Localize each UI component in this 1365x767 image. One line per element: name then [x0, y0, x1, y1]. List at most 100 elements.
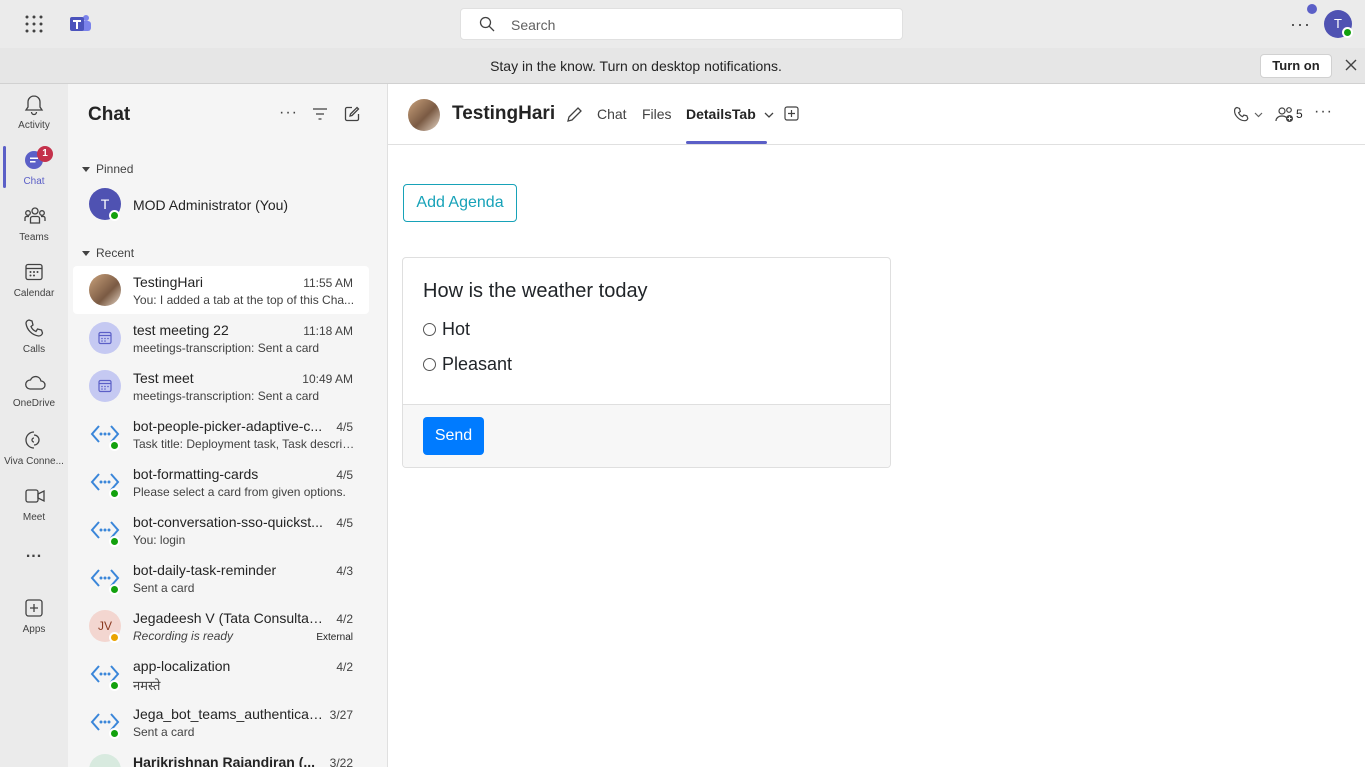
video-camera-icon — [25, 489, 45, 503]
participant-count: 5 — [1296, 107, 1303, 121]
chat-list-item[interactable]: Test meet 10:49 AM meetings-transcriptio… — [73, 362, 369, 410]
chat-title: TestingHari — [452, 103, 556, 124]
chat-time: 4/2 — [336, 660, 353, 674]
rail-item-viva-connections[interactable]: Viva Conne... — [0, 420, 68, 476]
pinned-section-header[interactable]: Pinned — [82, 162, 133, 176]
add-tab-icon[interactable] — [784, 106, 799, 121]
phone-icon — [25, 319, 44, 337]
chat-list-item[interactable]: JV Jegadeesh V (Tata Consultanc... 4/2 R… — [73, 602, 369, 650]
chat-name: Harikrishnan Rajandiran (... — [133, 754, 316, 767]
new-chat-icon[interactable] — [344, 106, 360, 122]
rail-label: Viva Conne... — [4, 456, 64, 467]
notification-banner: Stay in the know. Turn on desktop notifi… — [0, 48, 1365, 84]
chat-preview: You: I added a tab at the top of this Ch… — [133, 293, 355, 307]
rail-item-activity[interactable]: Activity — [0, 84, 68, 140]
chat-time: 4/2 — [336, 612, 353, 626]
tab-detailstab[interactable]: DetailsTab — [686, 106, 774, 122]
teams-icon — [24, 207, 46, 224]
calendar-icon — [25, 263, 43, 281]
pinned-chat-item[interactable]: T MOD Administrator (You) — [73, 182, 369, 226]
chat-list-item[interactable]: bot-daily-task-reminder 4/3 Sent a card — [73, 554, 369, 602]
radio-button[interactable] — [423, 323, 436, 336]
chat-preview: You: login — [133, 533, 186, 547]
rail-label: OneDrive — [12, 398, 56, 409]
chat-name: TestingHari — [133, 274, 204, 290]
chat-list-title: Chat — [88, 104, 131, 125]
chat-name: bot-daily-task-reminder — [133, 562, 277, 578]
unread-badge: 1 — [37, 146, 53, 162]
rail-item-apps[interactable]: Apps — [0, 588, 68, 644]
add-apps-icon — [25, 599, 43, 617]
chat-preview: meetings-transcription: Sent a card — [133, 341, 320, 355]
rail-item-more[interactable]: ... — [0, 532, 68, 588]
more-options-icon[interactable]: ··· — [1314, 103, 1333, 121]
chat-list-item[interactable]: Jega_bot_teams_authenticati... 3/27 Sent… — [73, 698, 369, 746]
chat-list-item[interactable]: Harikrishnan Rajandiran (... 3/22 — [73, 746, 369, 767]
chat-list-item[interactable]: bot-formatting-cards 4/5 Please select a… — [73, 458, 369, 506]
chat-list-item[interactable]: app-localization 4/2 नमस्ते — [73, 650, 369, 698]
chat-name: bot-formatting-cards — [133, 466, 259, 482]
settings-more-icon[interactable]: ··· — [1290, 14, 1311, 35]
radio-button[interactable] — [423, 358, 436, 371]
chat-list-panel: Chat ··· Pinned T MOD Administrator (You… — [68, 84, 388, 767]
chevron-down-icon — [82, 167, 90, 173]
teams-logo-icon — [70, 15, 91, 31]
rail-item-onedrive[interactable]: OneDrive — [0, 364, 68, 420]
participants-icon[interactable] — [1275, 106, 1295, 123]
chat-list-item[interactable]: TestingHari 11:55 AM You: I added a tab … — [73, 266, 369, 314]
rail-label: Activity — [18, 120, 50, 131]
search-placeholder: Search — [511, 17, 556, 33]
search-input[interactable]: Search — [460, 8, 903, 40]
option-label: Pleasant — [442, 354, 513, 374]
notification-dot — [1307, 4, 1317, 14]
chat-time: 4/5 — [336, 516, 353, 530]
chat-preview: Sent a card — [133, 581, 195, 595]
rail-label: Teams — [19, 232, 49, 243]
recent-section-header[interactable]: Recent — [82, 246, 134, 260]
chat-avatar — [408, 99, 440, 131]
chat-preview: meetings-transcription: Sent a card — [133, 389, 320, 403]
chat-list-item[interactable]: bot-conversation-sso-quickst... 4/5 You:… — [73, 506, 369, 554]
rail-item-calendar[interactable]: Calendar — [0, 252, 68, 308]
chevron-down-icon — [82, 251, 90, 257]
tab-files[interactable]: Files — [642, 106, 672, 122]
chat-header: TestingHari Chat Files DetailsTab 5 ··· — [388, 84, 1365, 145]
presence-available-icon — [109, 680, 120, 691]
meeting-calendar-icon — [98, 379, 112, 393]
app-launcher-icon[interactable] — [24, 14, 44, 34]
poll-option-hot[interactable]: Hot — [423, 319, 470, 340]
rail-item-teams[interactable]: Teams — [0, 196, 68, 252]
rail-item-chat[interactable]: Chat — [0, 140, 68, 196]
avatar — [89, 322, 121, 354]
pinned-label: Pinned — [96, 162, 134, 176]
tab-chat[interactable]: Chat — [597, 106, 627, 122]
rail-label: Calendar — [13, 288, 55, 299]
add-agenda-button[interactable]: Add Agenda — [403, 184, 517, 222]
more-options-icon[interactable]: ··· — [279, 104, 298, 122]
call-icon[interactable] — [1233, 106, 1249, 122]
presence-available-icon — [1342, 27, 1353, 38]
chat-preview: Please select a card from given options. — [133, 485, 346, 499]
poll-option-pleasant[interactable]: Pleasant — [423, 354, 512, 375]
presence-available-icon — [109, 488, 120, 499]
send-button[interactable]: Send — [423, 417, 484, 455]
tab-detailstab-label: DetailsTab — [686, 106, 756, 122]
chat-time: 11:18 AM — [303, 324, 353, 338]
rail-label: Meet — [22, 512, 46, 523]
chevron-down-icon[interactable] — [1254, 112, 1263, 118]
rail-item-meet[interactable]: Meet — [0, 476, 68, 532]
poll-question: How is the weather today — [423, 280, 648, 302]
filter-icon[interactable] — [312, 106, 328, 122]
chat-list-item[interactable]: test meeting 22 11:18 AM meetings-transc… — [73, 314, 369, 362]
turn-on-button[interactable]: Turn on — [1260, 54, 1332, 78]
active-tab-indicator — [686, 141, 767, 144]
rename-pencil-icon[interactable] — [566, 106, 583, 123]
rail-label: Chat — [23, 176, 45, 187]
chat-preview: Task title: Deployment task, Task descri… — [133, 437, 355, 451]
chat-list-item[interactable]: bot-people-picker-adaptive-c... 4/5 Task… — [73, 410, 369, 458]
close-icon[interactable] — [1344, 58, 1358, 72]
rail-item-calls[interactable]: Calls — [0, 308, 68, 364]
presence-available-icon — [109, 210, 120, 221]
avatar — [89, 274, 121, 306]
chat-time: 11:55 AM — [303, 276, 353, 290]
